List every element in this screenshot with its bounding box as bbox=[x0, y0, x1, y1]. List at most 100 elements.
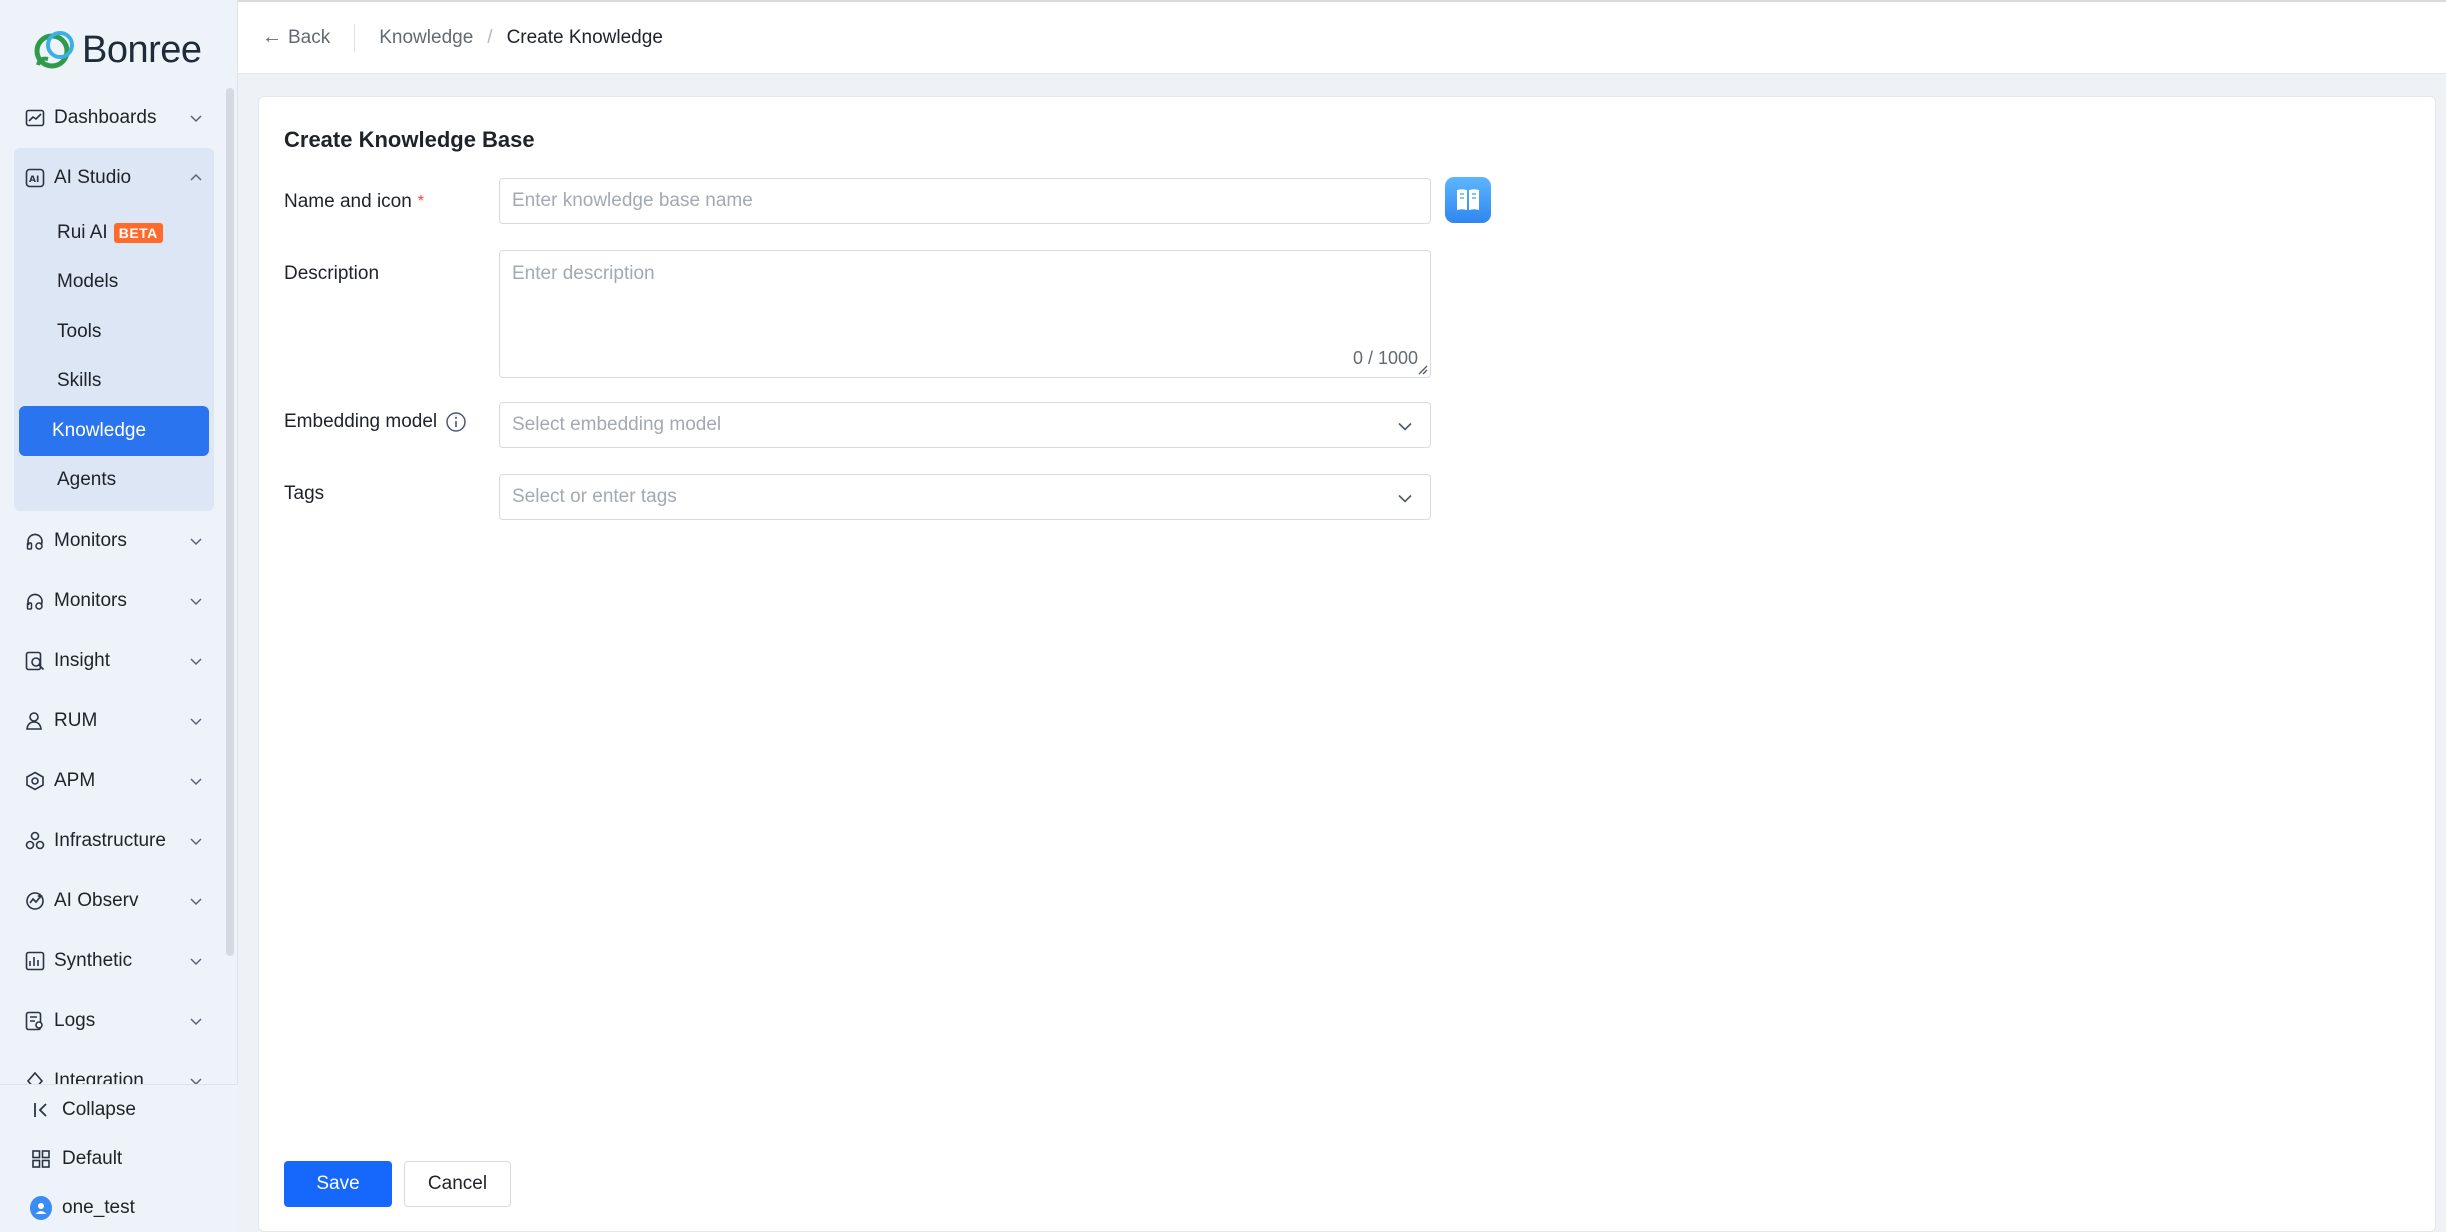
embedding-label-text: Embedding model bbox=[284, 411, 438, 432]
sidebar-subitem-tools[interactable]: Tools bbox=[19, 307, 209, 357]
workspace-label: Default bbox=[62, 1147, 123, 1169]
sidebar-item-label: Synthetic bbox=[54, 950, 133, 971]
sidebar-nav: Dashboards AI AI Studio Rui AI BETA Mode… bbox=[0, 88, 228, 1084]
sidebar-item-logs[interactable]: Logs bbox=[0, 991, 228, 1051]
sidebar-item-label: Infrastructure bbox=[54, 830, 166, 851]
chevron-down-icon bbox=[1398, 422, 1412, 431]
sidebar-subitem-models[interactable]: Models bbox=[19, 258, 209, 308]
sidebar-item-insight[interactable]: Insight bbox=[0, 631, 228, 691]
sidebar-item-ai-observ[interactable]: AI Observ bbox=[0, 871, 228, 931]
sidebar-item-rum[interactable]: RUM bbox=[0, 691, 228, 751]
arrow-left-icon: ← bbox=[262, 26, 282, 48]
sidebar-item-monitors[interactable]: Monitors bbox=[0, 511, 228, 571]
chevron-down-icon bbox=[190, 1018, 202, 1026]
sidebar-item-label: AI Observ bbox=[54, 890, 139, 911]
sidebar-item-infrastructure[interactable]: Infrastructure bbox=[0, 811, 228, 871]
chevron-down-icon bbox=[1398, 494, 1412, 503]
chart-icon bbox=[24, 107, 46, 129]
description-label: Description bbox=[284, 263, 379, 285]
sidebar-item-label: RUM bbox=[54, 710, 98, 731]
user-menu[interactable]: one_test bbox=[0, 1183, 238, 1232]
collapse-label: Collapse bbox=[62, 1098, 136, 1120]
sidebar-subitem-label: Agents bbox=[57, 469, 117, 491]
monitor-icon bbox=[24, 530, 46, 552]
sidebar-subitem-label: Rui AI bbox=[57, 221, 108, 243]
resize-grip-icon[interactable] bbox=[1416, 363, 1428, 375]
brand-name: Bonree bbox=[82, 28, 202, 71]
sidebar-group-ai-studio: AI AI Studio Rui AI BETA Models Tools Sk… bbox=[14, 148, 214, 511]
back-button[interactable]: ← Back bbox=[262, 23, 356, 52]
logs-icon bbox=[24, 1010, 46, 1032]
collapse-button[interactable]: Collapse bbox=[0, 1085, 238, 1134]
workspace-selector[interactable]: Default bbox=[0, 1134, 238, 1183]
book-icon bbox=[1457, 189, 1479, 210]
chevron-down-icon bbox=[190, 538, 202, 546]
sidebar-item-integration[interactable]: Integration bbox=[0, 1051, 228, 1084]
chevron-down-icon bbox=[190, 838, 202, 846]
sidebar-item-label: Insight bbox=[54, 650, 110, 671]
name-input[interactable] bbox=[500, 179, 1430, 223]
sidebar-subitem-knowledge[interactable]: Knowledge bbox=[19, 406, 209, 456]
sidebar-item-monitors-2[interactable]: Monitors bbox=[0, 571, 228, 631]
insight-icon bbox=[24, 650, 46, 672]
collapse-icon bbox=[30, 1099, 52, 1121]
beta-badge: BETA bbox=[113, 222, 163, 243]
cancel-button[interactable]: Cancel bbox=[404, 1161, 511, 1207]
sidebar-item-label: Dashboards bbox=[54, 107, 157, 128]
page-title: Create Knowledge Base bbox=[284, 127, 535, 152]
embedding-model-placeholder: Select embedding model bbox=[512, 414, 722, 435]
sidebar-item-label: AI Studio bbox=[54, 167, 132, 188]
breadcrumb-current: Create Knowledge bbox=[506, 26, 663, 48]
sidebar-item-apm[interactable]: APM bbox=[0, 751, 228, 811]
sidebar-item-dashboards[interactable]: Dashboards bbox=[0, 88, 228, 148]
ai-observ-icon bbox=[24, 890, 46, 912]
tags-select[interactable]: Select or enter tags bbox=[499, 474, 1431, 520]
sidebar-item-synthetic[interactable]: Synthetic bbox=[0, 931, 228, 991]
description-textarea[interactable] bbox=[500, 251, 1430, 377]
knowledge-icon-picker[interactable] bbox=[1445, 177, 1491, 223]
embedding-model-select[interactable]: Select embedding model bbox=[499, 402, 1431, 448]
chevron-down-icon bbox=[190, 778, 202, 786]
description-field[interactable]: 0 / 1000 bbox=[499, 250, 1431, 378]
sidebar: Bonree Dashboards AI AI Studio Rui AI BE… bbox=[0, 0, 238, 1232]
ai-icon: AI bbox=[24, 167, 46, 189]
sidebar-item-ai-studio[interactable]: AI AI Studio bbox=[14, 148, 214, 208]
sidebar-item-label: APM bbox=[54, 770, 96, 791]
chevron-down-icon bbox=[190, 115, 202, 123]
sidebar-subitem-rui-ai[interactable]: Rui AI BETA bbox=[19, 208, 209, 258]
breadcrumb-knowledge[interactable]: Knowledge bbox=[379, 27, 473, 49]
chevron-down-icon bbox=[190, 598, 202, 606]
page-header: ← Back Knowledge / Create Knowledge bbox=[238, 0, 2446, 74]
sidebar-subitem-label: Knowledge bbox=[52, 419, 147, 441]
chevron-down-icon bbox=[190, 658, 202, 666]
avatar bbox=[30, 1195, 52, 1220]
required-mark: * bbox=[417, 193, 425, 210]
sidebar-subitem-skills[interactable]: Skills bbox=[19, 357, 209, 407]
sidebar-item-label: Integration bbox=[54, 1070, 144, 1084]
name-field[interactable] bbox=[499, 178, 1431, 224]
sidebar-subitem-label: Skills bbox=[57, 370, 102, 392]
rum-icon bbox=[24, 710, 46, 732]
integration-icon bbox=[24, 1070, 46, 1084]
user-icon bbox=[35, 1202, 47, 1214]
chevron-down-icon bbox=[190, 898, 202, 906]
info-icon[interactable] bbox=[445, 411, 467, 433]
tags-placeholder: Select or enter tags bbox=[512, 486, 677, 507]
name-label-text: Name and icon bbox=[284, 191, 412, 212]
synthetic-icon bbox=[24, 950, 46, 972]
grid-icon bbox=[30, 1148, 52, 1170]
character-counter: 0 / 1000 bbox=[1352, 348, 1418, 368]
brand-logo[interactable]: Bonree bbox=[30, 22, 202, 78]
sidebar-subitem-agents[interactable]: Agents bbox=[19, 456, 209, 506]
chevron-down-icon bbox=[190, 958, 202, 966]
tags-label-text: Tags bbox=[284, 483, 325, 504]
tags-label: Tags bbox=[284, 483, 324, 505]
back-label: Back bbox=[288, 26, 331, 48]
user-name: one_test bbox=[62, 1196, 135, 1218]
sidebar-item-label: Logs bbox=[54, 1010, 96, 1031]
save-button[interactable]: Save bbox=[284, 1161, 392, 1207]
embedding-model-label: Embedding model bbox=[284, 411, 467, 433]
breadcrumb-separator: / bbox=[487, 26, 493, 48]
sidebar-item-label: Monitors bbox=[54, 530, 127, 551]
bonree-logo-icon bbox=[34, 31, 74, 69]
